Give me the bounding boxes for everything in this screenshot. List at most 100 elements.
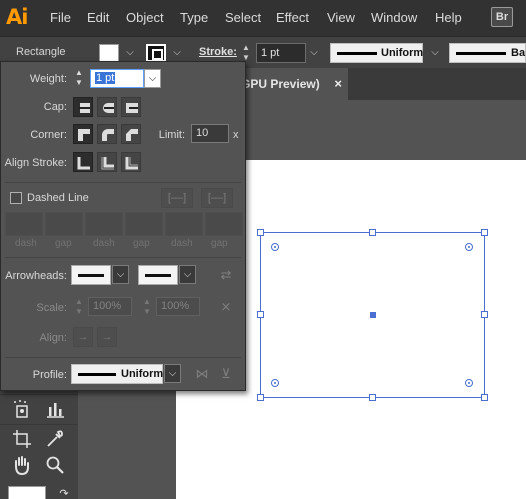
resize-handle-top-left[interactable] <box>257 229 264 236</box>
align-outside-icon[interactable] <box>121 152 141 172</box>
fill-swatch[interactable] <box>99 44 119 62</box>
center-point <box>370 312 376 318</box>
arrowheads-label: Arrowheads: <box>5 270 67 282</box>
menu-edit[interactable]: Edit <box>87 10 109 25</box>
stroke-dropdown-chevron-down-icon[interactable]: ⌵ <box>169 44 185 62</box>
profile-chevron-down-icon[interactable]: ⌵ <box>427 44 443 62</box>
stroke-panel-link[interactable]: Stroke: <box>199 46 237 58</box>
selected-object-type: Rectangle <box>16 46 66 58</box>
corner-label: Corner: <box>30 129 67 141</box>
stroke-weight-input[interactable]: 1 pt <box>256 43 306 63</box>
limit-label: Limit: <box>158 129 185 141</box>
corner-radius-widget[interactable] <box>271 243 279 251</box>
align-center-icon[interactable] <box>73 152 93 172</box>
column-graph-icon[interactable] <box>43 398 67 422</box>
miter-join-icon[interactable] <box>73 124 93 144</box>
profile-label: Profile: <box>32 369 67 381</box>
flip-along-icon[interactable]: ⋈ <box>193 366 211 382</box>
resize-handle-bottom-left[interactable] <box>257 394 264 401</box>
panel-divider <box>5 357 241 358</box>
start-scale-stepper: ▲ ▼ <box>75 297 83 316</box>
tools-separator <box>0 424 78 425</box>
stroke-swatch[interactable] <box>146 44 166 62</box>
brush-line-preview <box>456 52 506 55</box>
cap-label: Cap: <box>43 101 67 113</box>
fill-color-swatch[interactable] <box>8 486 46 499</box>
dash-label: dash <box>15 238 37 249</box>
limit-input[interactable]: 10 <box>191 124 229 143</box>
resize-handle-bottom-right[interactable] <box>481 394 488 401</box>
zoom-icon[interactable] <box>43 454 67 478</box>
dash-label: dash <box>171 238 193 249</box>
arrow-line-preview <box>145 274 171 277</box>
panel-divider <box>5 257 241 258</box>
stroke-weight-chevron-down-icon[interactable]: ⌵ <box>306 44 322 62</box>
place-arrow-tip-icon: → <box>97 327 117 347</box>
swap-arrow-icon[interactable]: ↷ <box>52 482 76 499</box>
projecting-cap-icon[interactable] <box>121 97 141 117</box>
hand-icon[interactable] <box>10 454 34 478</box>
profile-chevron-down-icon[interactable]: ⌵ <box>164 364 181 383</box>
flip-across-icon[interactable]: ⊻ <box>217 366 235 382</box>
document-tab[interactable]: GPU Preview) × <box>233 68 348 100</box>
variable-width-profile[interactable]: Uniform <box>330 43 423 63</box>
menu-window[interactable]: Window <box>371 10 417 25</box>
menu-view[interactable]: View <box>327 10 355 25</box>
scale-label: Scale: <box>36 302 67 314</box>
close-icon[interactable]: × <box>334 68 342 100</box>
weight-input[interactable]: 1 pt <box>90 69 144 88</box>
bridge-button[interactable]: Br <box>491 7 513 27</box>
menu-object[interactable]: Object <box>126 10 164 25</box>
swap-arrowheads-icon[interactable]: ⇄ <box>217 267 235 283</box>
gap-3-input <box>205 212 243 236</box>
resize-handle-top[interactable] <box>369 229 376 236</box>
end-arrowhead-chevron-down-icon[interactable]: ⌵ <box>179 265 196 284</box>
panel-divider <box>5 182 241 183</box>
resize-handle-right[interactable] <box>481 311 488 318</box>
corner-radius-widget[interactable] <box>465 379 473 387</box>
brush-definition[interactable]: Bas <box>449 43 526 63</box>
profile-label: Uniform <box>381 47 424 59</box>
menu-help[interactable]: Help <box>435 10 462 25</box>
align-inside-icon[interactable] <box>97 152 117 172</box>
fill-dropdown-chevron-down-icon[interactable]: ⌵ <box>122 44 138 62</box>
bevel-join-icon[interactable] <box>121 124 141 144</box>
resize-handle-left[interactable] <box>257 311 264 318</box>
weight-label: Weight: <box>29 73 67 85</box>
end-scale-stepper: ▲ ▼ <box>143 297 151 316</box>
butt-cap-icon[interactable] <box>73 97 93 117</box>
round-cap-icon[interactable] <box>97 97 117 117</box>
gap-2-input <box>125 212 163 236</box>
start-scale-input: 100% <box>88 297 132 316</box>
artboard-icon[interactable] <box>10 428 34 452</box>
corner-radius-widget[interactable] <box>465 243 473 251</box>
menu-file[interactable]: File <box>50 10 71 25</box>
menu-type[interactable]: Type <box>180 10 208 25</box>
profile-value: Uniform <box>121 368 164 380</box>
round-join-icon[interactable] <box>97 124 117 144</box>
dash-2-input <box>85 212 123 236</box>
start-arrowhead-select[interactable] <box>71 265 111 285</box>
dash-3-input <box>165 212 203 236</box>
document-tab-title: GPU Preview) <box>241 77 320 91</box>
eyedropper-icon[interactable] <box>43 428 67 452</box>
align-dash-corners-icon: [‒‒] <box>201 188 233 208</box>
resize-handle-top-right[interactable] <box>481 229 488 236</box>
end-arrowhead-select[interactable] <box>138 265 178 285</box>
dashed-line-checkbox[interactable] <box>10 192 22 204</box>
menu-effect[interactable]: Effect <box>276 10 309 25</box>
weight-chevron-down-icon[interactable]: ⌵ <box>144 69 161 88</box>
start-arrowhead-chevron-down-icon[interactable]: ⌵ <box>112 265 129 284</box>
illustrator-logo: Ai <box>6 5 28 29</box>
symbol-sprayer-icon[interactable] <box>10 398 34 422</box>
weight-stepper[interactable]: ▲ ▼ <box>73 68 85 88</box>
gap-label: gap <box>55 238 72 249</box>
align-stroke-label: Align Stroke: <box>4 157 67 169</box>
preserve-dash-icon: [‒‒] <box>161 188 193 208</box>
stroke-weight-stepper[interactable]: ▲ ▼ <box>240 43 252 63</box>
profile-select[interactable]: Uniform <box>71 364 163 384</box>
menu-select[interactable]: Select <box>225 10 261 25</box>
corner-radius-widget[interactable] <box>271 379 279 387</box>
tools-separator <box>0 394 78 395</box>
resize-handle-bottom[interactable] <box>369 394 376 401</box>
